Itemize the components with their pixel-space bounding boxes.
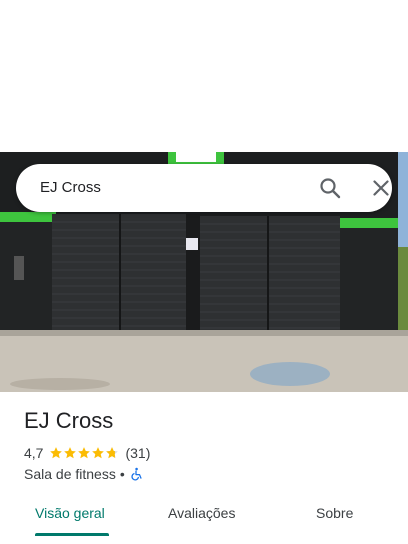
tab-about[interactable]: Sobre — [316, 505, 353, 521]
wheelchair-icon — [129, 467, 143, 481]
close-icon[interactable] — [369, 176, 393, 200]
blank-area — [0, 0, 408, 152]
star-half-icon — [106, 447, 119, 459]
tab-reviews[interactable]: Avaliações — [168, 505, 235, 521]
star-icon — [64, 447, 77, 459]
tab-bar: Visão geral Avaliações Sobre — [0, 496, 408, 536]
review-count[interactable]: (31) — [125, 445, 150, 461]
star-icon — [50, 447, 63, 459]
search-bar[interactable]: EJ Cross — [16, 164, 392, 212]
active-tab-indicator — [35, 533, 109, 536]
star-rating — [49, 446, 119, 460]
separator: • — [119, 466, 125, 482]
star-icon — [92, 447, 105, 459]
rating-row[interactable]: 4,7 (31) — [24, 444, 150, 462]
search-input[interactable]: EJ Cross — [40, 179, 101, 196]
category-row: Sala de fitness • — [24, 465, 143, 483]
rating-value: 4,7 — [24, 445, 44, 461]
star-icon — [78, 447, 91, 459]
search-icon[interactable] — [318, 176, 342, 200]
place-title: EJ Cross — [24, 408, 114, 433]
tab-overview[interactable]: Visão geral — [35, 505, 105, 521]
place-category: Sala de fitness — [24, 466, 116, 482]
